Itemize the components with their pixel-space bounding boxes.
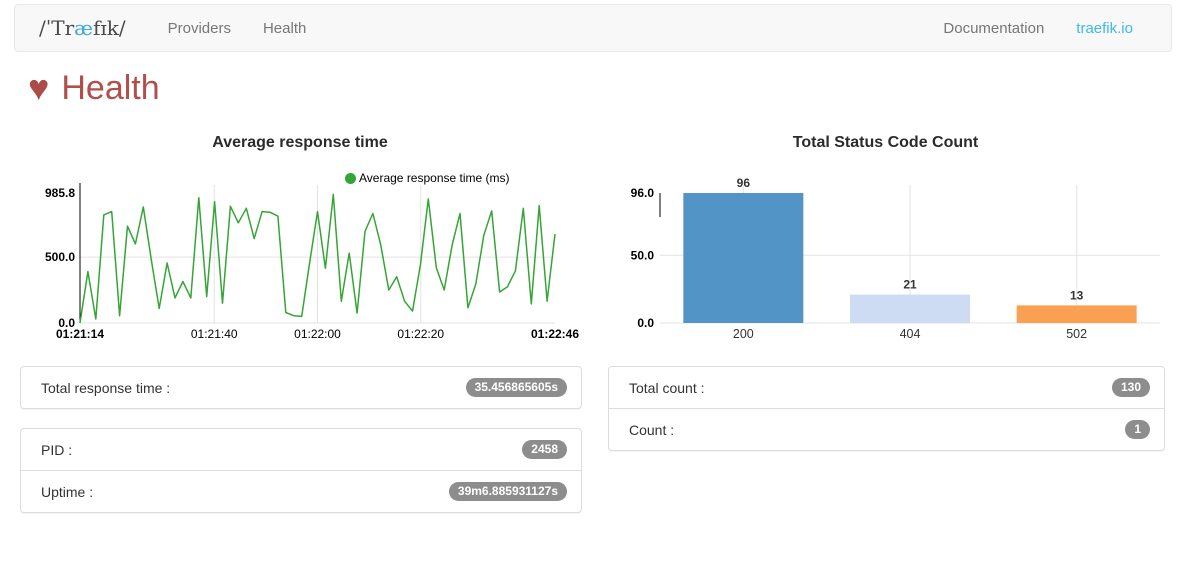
nav-right: Documentation traefik.io [927, 7, 1149, 50]
status-code-count-chart: Total Status Code Count 0.0 50.0 96.0 96 200… [608, 132, 1163, 357]
total-response-time-row: Total response time : 35.456865605s [21, 367, 581, 408]
bar-chart-canvas[interactable]: 0.0 50.0 96.0 96 200 21 404 13 502 [608, 155, 1163, 355]
heart-icon: ♥ [28, 70, 49, 106]
svg-text:502: 502 [1066, 327, 1087, 341]
bar-chart-title: Total Status Code Count [608, 134, 1163, 152]
uptime-badge: 39m6.885931127s [449, 482, 567, 501]
svg-text:21: 21 [903, 278, 917, 292]
brand-post: fɪk/ [93, 16, 126, 40]
pid-row: PID : 2458 [21, 429, 581, 470]
total-response-time-badge: 35.456865605s [466, 378, 567, 397]
svg-text:13: 13 [1070, 288, 1084, 302]
page-title-text: Health [61, 68, 159, 108]
traefik-logo[interactable]: /ˈTræfɪk/ [39, 16, 126, 40]
total-count-row: Total count : 130 [609, 367, 1164, 408]
bar-502[interactable]: 13 502 [1017, 288, 1137, 341]
nav-item-traefik-io[interactable]: traefik.io [1060, 7, 1149, 50]
count-row: Count : 1 [609, 408, 1164, 450]
svg-text:50.0: 50.0 [631, 248, 655, 262]
total-response-time-label: Total response time : [41, 380, 170, 396]
bar-200[interactable]: 96 200 [683, 176, 803, 341]
svg-text:200: 200 [733, 327, 754, 341]
nav-item-documentation[interactable]: Documentation [927, 7, 1060, 50]
uptime-label: Uptime : [41, 484, 93, 500]
svg-text:985.8: 985.8 [45, 186, 75, 200]
count-panel: Total count : 130 Count : 1 [608, 366, 1165, 451]
svg-text:01:22:00: 01:22:00 [294, 327, 341, 341]
svg-text:01:21:14: 01:21:14 [56, 327, 104, 341]
svg-text:96.0: 96.0 [631, 186, 655, 200]
avg-response-time-chart: Average response time Average response t… [20, 132, 580, 357]
count-label: Count : [629, 422, 674, 438]
bar-404[interactable]: 21 404 [850, 278, 970, 341]
count-badge: 1 [1125, 420, 1150, 439]
line-chart-title: Average response time [20, 134, 580, 152]
nav-item-health[interactable]: Health [247, 7, 322, 50]
pid-label: PID : [41, 442, 72, 458]
nav-item-providers[interactable]: Providers [152, 7, 247, 50]
page-title: ♥ Health [28, 68, 160, 108]
uptime-row: Uptime : 39m6.885931127s [21, 470, 581, 512]
line-chart-canvas[interactable]: 0.0500.0985.801:21:1401:21:4001:22:0001:… [20, 155, 580, 355]
svg-text:404: 404 [900, 327, 921, 341]
total-count-label: Total count : [629, 380, 705, 396]
total-count-badge: 130 [1112, 378, 1150, 397]
navbar: /ˈTræfɪk/ Providers Health Documentation… [14, 4, 1172, 52]
svg-text:01:22:20: 01:22:20 [397, 327, 444, 341]
svg-text:96: 96 [737, 176, 751, 190]
process-info-panel: PID : 2458 Uptime : 39m6.885931127s [20, 428, 582, 513]
svg-text:500.0: 500.0 [45, 250, 75, 264]
pid-badge: 2458 [522, 440, 567, 459]
svg-text:0.0: 0.0 [637, 316, 654, 330]
nav-links: Providers Health [152, 7, 323, 50]
svg-text:01:22:46: 01:22:46 [531, 327, 579, 341]
brand-highlight: æ [74, 16, 93, 40]
svg-text:01:21:40: 01:21:40 [191, 327, 238, 341]
total-response-time-panel: Total response time : 35.456865605s [20, 366, 582, 409]
traefik-health-page: /ˈTræfɪk/ Providers Health Documentation… [0, 0, 1186, 567]
brand-pre: /ˈTr [39, 16, 74, 40]
